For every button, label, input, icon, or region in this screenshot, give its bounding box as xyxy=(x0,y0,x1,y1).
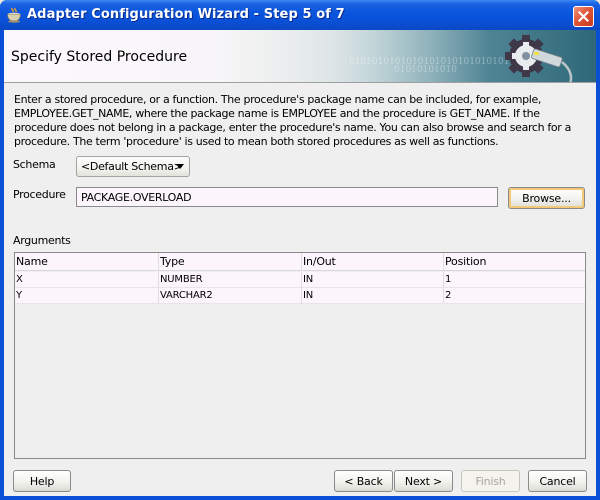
column-header-name[interactable]: Name xyxy=(15,253,158,270)
cell-name: X xyxy=(16,274,23,285)
schema-label: Schema xyxy=(13,158,56,171)
column-header-type[interactable]: Type xyxy=(158,253,301,270)
help-button[interactable]: Help xyxy=(13,470,71,492)
schema-dropdown-value: <Default Schema> xyxy=(81,160,183,173)
header-decoration-binary-2: 01010101010 xyxy=(394,65,457,75)
column-header-position[interactable]: Position xyxy=(443,253,585,270)
schema-dropdown[interactable]: <Default Schema> xyxy=(76,156,190,177)
chevron-down-icon xyxy=(176,164,184,169)
cell-inout: IN xyxy=(301,288,443,303)
next-button-label: Next > xyxy=(404,474,443,488)
back-button-label: < Back xyxy=(344,474,383,488)
cancel-button-label: Cancel xyxy=(539,474,576,488)
page-title: Specify Stored Procedure xyxy=(11,49,188,65)
procedure-input[interactable]: PACKAGE.OVERLOAD xyxy=(76,187,498,207)
finish-button-label: Finish xyxy=(475,474,506,488)
back-button[interactable]: < Back xyxy=(334,470,393,492)
wizard-header: Specify Stored Procedure 010101010101010… xyxy=(4,30,596,83)
cancel-button[interactable]: Cancel xyxy=(528,470,587,492)
cell-position: 2 xyxy=(443,288,585,303)
arguments-table[interactable]: Name Type In/Out Position X NUMBER IN 1 … xyxy=(14,252,586,459)
adapter-gear-plug-icon xyxy=(505,35,573,82)
table-header: Name Type In/Out Position xyxy=(15,253,585,271)
close-button[interactable] xyxy=(573,6,594,27)
arguments-label: Arguments xyxy=(13,234,71,247)
java-cup-icon xyxy=(7,7,21,23)
table-row[interactable]: Y VARCHAR2 IN 2 xyxy=(15,288,585,304)
window-title: Adapter Configuration Wizard - Step 5 of… xyxy=(27,7,345,22)
next-button[interactable]: Next > xyxy=(394,470,453,492)
browse-button[interactable]: Browse... xyxy=(508,187,585,209)
cell-type: NUMBER xyxy=(158,272,301,287)
cell-name: Y xyxy=(16,290,22,301)
browse-button-label: Browse... xyxy=(522,191,571,205)
cell-inout: IN xyxy=(301,272,443,287)
title-bar[interactable]: Adapter Configuration Wizard - Step 5 of… xyxy=(0,0,600,30)
help-button-label: Help xyxy=(29,474,55,488)
wizard-window: Adapter Configuration Wizard - Step 5 of… xyxy=(0,0,600,500)
procedure-label: Procedure xyxy=(13,188,66,201)
procedure-input-value: PACKAGE.OVERLOAD xyxy=(81,190,192,204)
cell-type: VARCHAR2 xyxy=(158,288,301,303)
close-icon xyxy=(578,11,589,22)
wizard-body: Specify Stored Procedure 010101010101010… xyxy=(4,30,596,496)
finish-button[interactable]: Finish xyxy=(461,470,520,492)
table-row[interactable]: X NUMBER IN 1 xyxy=(15,272,585,288)
instructions-text: Enter a stored procedure, or a function.… xyxy=(14,93,571,148)
cell-position: 1 xyxy=(443,272,585,287)
column-header-inout[interactable]: In/Out xyxy=(301,253,443,270)
